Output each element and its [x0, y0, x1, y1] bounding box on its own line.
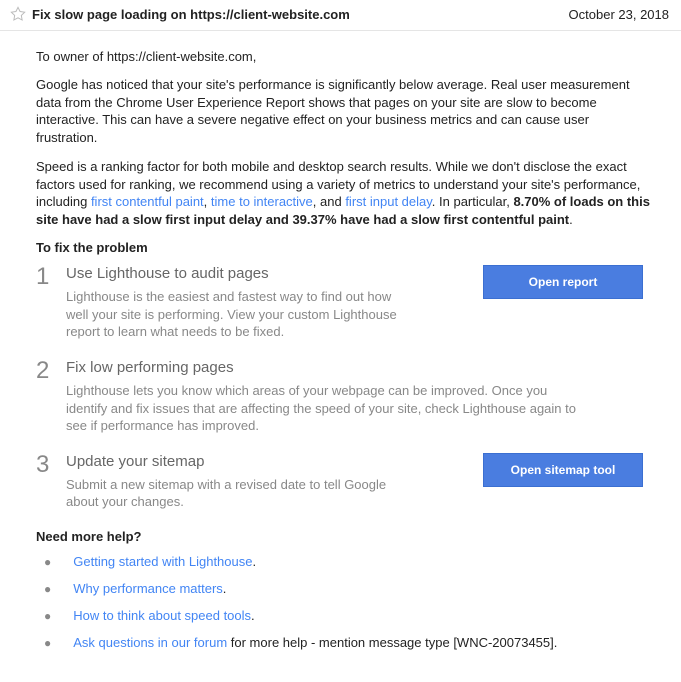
help-item-4: ● Ask questions in our forum for more he…: [44, 635, 653, 650]
help-4-suffix: for more help - mention message type [WN…: [227, 635, 557, 650]
message-date: October 23, 2018: [569, 7, 669, 22]
step-2-title: Fix low performing pages: [66, 359, 653, 376]
help-list: ● Getting started with Lighthouse. ● Why…: [36, 554, 653, 650]
help-heading: Need more help?: [36, 529, 653, 544]
open-sitemap-button[interactable]: Open sitemap tool: [483, 453, 643, 487]
speed-tools-link[interactable]: How to think about speed tools: [73, 608, 251, 623]
speed-tail: . In particular,: [432, 194, 514, 209]
bullet-icon: ●: [44, 582, 51, 596]
performance-link[interactable]: Why performance matters: [73, 581, 223, 596]
step-3-desc: Submit a new sitemap with a revised date…: [66, 476, 406, 511]
forum-link[interactable]: Ask questions in our forum: [73, 635, 227, 650]
help-item-2: ● Why performance matters.: [44, 581, 653, 596]
step-2: 2 Fix low performing pages Lighthouse le…: [36, 359, 653, 435]
help-3-suffix: .: [251, 608, 255, 623]
star-icon[interactable]: [10, 6, 26, 22]
message-content: To owner of https://client-website.com, …: [0, 31, 681, 682]
help-1-suffix: .: [252, 554, 256, 569]
bullet-icon: ●: [44, 636, 51, 650]
sep1: ,: [204, 194, 211, 209]
step-2-desc: Lighthouse lets you know which areas of …: [66, 382, 586, 435]
tti-link[interactable]: time to interactive: [211, 194, 313, 209]
help-item-3: ● How to think about speed tools.: [44, 608, 653, 623]
greeting: To owner of https://client-website.com,: [36, 49, 653, 64]
step-2-body: Fix low performing pages Lighthouse lets…: [66, 359, 653, 435]
intro-paragraph: Google has noticed that your site's perf…: [36, 76, 653, 146]
message-header: Fix slow page loading on https://client-…: [0, 0, 681, 31]
fix-heading: To fix the problem: [36, 240, 653, 255]
lighthouse-guide-link[interactable]: Getting started with Lighthouse: [73, 554, 252, 569]
step-3: 3 Update your sitemap Submit a new sitem…: [36, 453, 653, 511]
step-1-number: 1: [36, 265, 66, 341]
speed-paragraph: Speed is a ranking factor for both mobil…: [36, 158, 653, 228]
fcp-link[interactable]: first contentful paint: [91, 194, 204, 209]
step-1-desc: Lighthouse is the easiest and fastest wa…: [66, 288, 406, 341]
speed-period: .: [569, 212, 573, 227]
step-1: 1 Use Lighthouse to audit pages Lighthou…: [36, 265, 653, 341]
help-item-1: ● Getting started with Lighthouse.: [44, 554, 653, 569]
step-3-number: 3: [36, 453, 66, 511]
bullet-icon: ●: [44, 555, 51, 569]
step-2-number: 2: [36, 359, 66, 435]
sep2: , and: [313, 194, 346, 209]
help-2-suffix: .: [223, 581, 227, 596]
fid-link[interactable]: first input delay: [345, 194, 431, 209]
page-title: Fix slow page loading on https://client-…: [32, 7, 569, 22]
bullet-icon: ●: [44, 609, 51, 623]
open-report-button[interactable]: Open report: [483, 265, 643, 299]
